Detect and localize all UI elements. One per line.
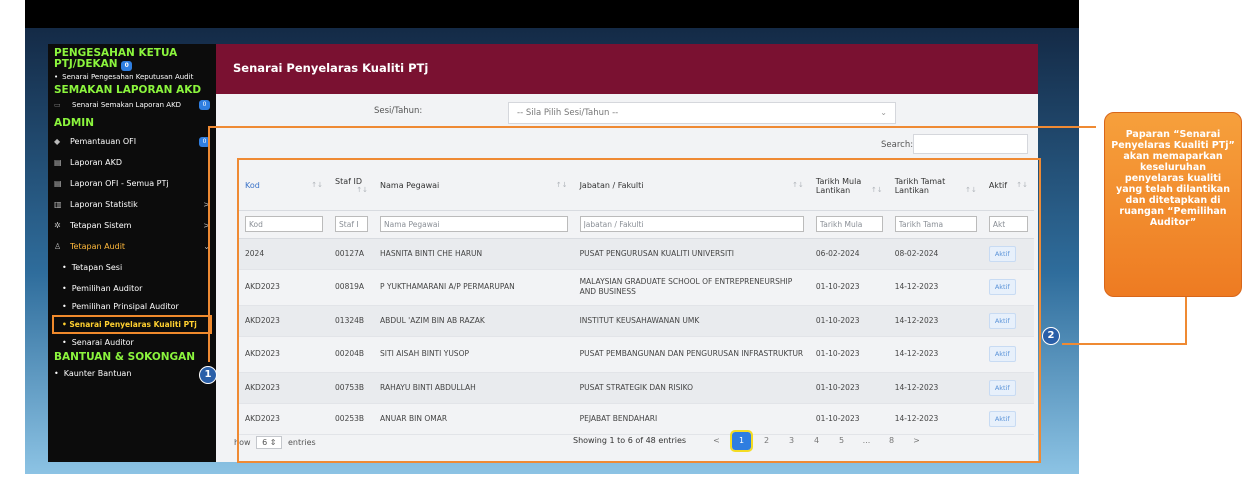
bullet: • [54,73,59,81]
sidebar-item-label: Senarai Pengesahan Keputusan Audit [62,73,194,81]
sidebar-item-tetapan-sesi[interactable]: Tetapan Sesi [48,257,216,278]
sesi-label: Sesi/Tahun: [374,106,423,116]
search-label: Search: [881,140,914,150]
connector-line-right [1062,343,1186,345]
select-value: -- Sila Pilih Sesi/Tahun -- [517,108,619,118]
sidebar-item-label: Pemantauan OFI [70,137,137,146]
table-highlight-box [237,158,1041,463]
user-icon: ♙ [54,242,62,251]
chevron-down-icon: ⌄ [880,108,887,117]
connector-line-callout [1185,297,1187,345]
sidebar-item-pemantauan-ofi[interactable]: ◆ Pemantauan OFI 0 [48,131,216,152]
sidebar-item-senarai-pengesahan[interactable]: • Senarai Pengesahan Keputusan Audit [48,71,216,83]
sesi-select[interactable]: -- Sila Pilih Sesi/Tahun -- ⌄ [508,102,896,124]
sidebar-item-kaunter-bantuan[interactable]: Kaunter Bantuan [48,363,216,384]
sidebar-item-senarai-penyelaras[interactable]: • Senarai Penyelaras Kualiti PTj [52,315,212,334]
sidebar-item-pemilihan-auditor[interactable]: Pemilihan Auditor [48,278,216,299]
sidebar-item-tetapan-audit[interactable]: ♙ Tetapan Audit ⌄ [48,236,216,257]
tag-icon: ◆ [54,137,61,146]
semakan-badge: 0 [199,100,210,110]
file-icon: ▤ [54,158,62,167]
sidebar-item-laporan-statistik[interactable]: ▥ Laporan Statistik > [48,194,216,215]
file-icon: ▤ [54,179,62,188]
search-input[interactable] [913,134,1028,154]
sidebar-item-tetapan-sistem[interactable]: ✲ Tetapan Sistem > [48,215,216,236]
sidebar-item-label: Tetapan Audit [70,242,126,251]
sidebar-section-bantuan: BANTUAN & SOKONGAN [54,351,196,363]
document-icon: ▭ [54,101,61,109]
top-band [25,0,1079,30]
sidebar-section-semakan: SEMAKAN LAPORAN AKD [54,84,202,96]
sidebar-item-senarai-semakan[interactable]: ▭ Senarai Semakan Laporan AKD 0 [48,96,216,112]
pengesahan-badge: 0 [121,61,133,71]
gear-icon: ✲ [54,221,61,230]
section-title: PENGESAHAN KETUA PTJ/DEKAN [54,47,178,70]
screenshot-stage: PENGESAHAN KETUA PTJ/DEKAN 0 • Senarai P… [0,0,1248,489]
sidebar-item-label: Tetapan Sistem [70,221,132,230]
sidebar-item-label: Senarai Semakan Laporan AKD [72,101,182,109]
sidebar-item-label: Laporan OFI - Semua PTj [70,179,169,188]
annotation-callout: Paparan “Senarai Penyelaras Kualiti PTj”… [1104,112,1242,297]
sidebar-item-label: Laporan Statistik [70,200,138,209]
sidebar-item-label: Senarai Penyelaras Kualiti PTj [69,320,197,329]
sidebar-section-pengesahan: PENGESAHAN KETUA PTJ/DEKAN 0 [48,48,216,71]
sidebar-item-senarai-auditor[interactable]: Senarai Auditor [48,336,216,348]
sidebar: PENGESAHAN KETUA PTJ/DEKAN 0 • Senarai P… [48,44,216,462]
sidebar-item-pemilihan-prinsipal[interactable]: Pemilihan Prinsipal Auditor [48,299,216,313]
marker-1: 1 [199,366,217,384]
connector-line-top [208,126,1096,128]
sidebar-item-laporan-akd[interactable]: ▤ Laporan AKD [48,152,216,173]
page-title: Senarai Penyelaras Kualiti PTj [216,44,1038,94]
marker-2: 2 [1042,327,1060,345]
connector-line-left [208,126,210,362]
sidebar-item-label: Laporan AKD [70,158,123,167]
sidebar-section-admin: ADMIN [54,117,94,129]
bar-chart-icon: ▥ [54,200,62,209]
sidebar-item-laporan-ofi[interactable]: ▤ Laporan OFI - Semua PTj [48,173,216,194]
